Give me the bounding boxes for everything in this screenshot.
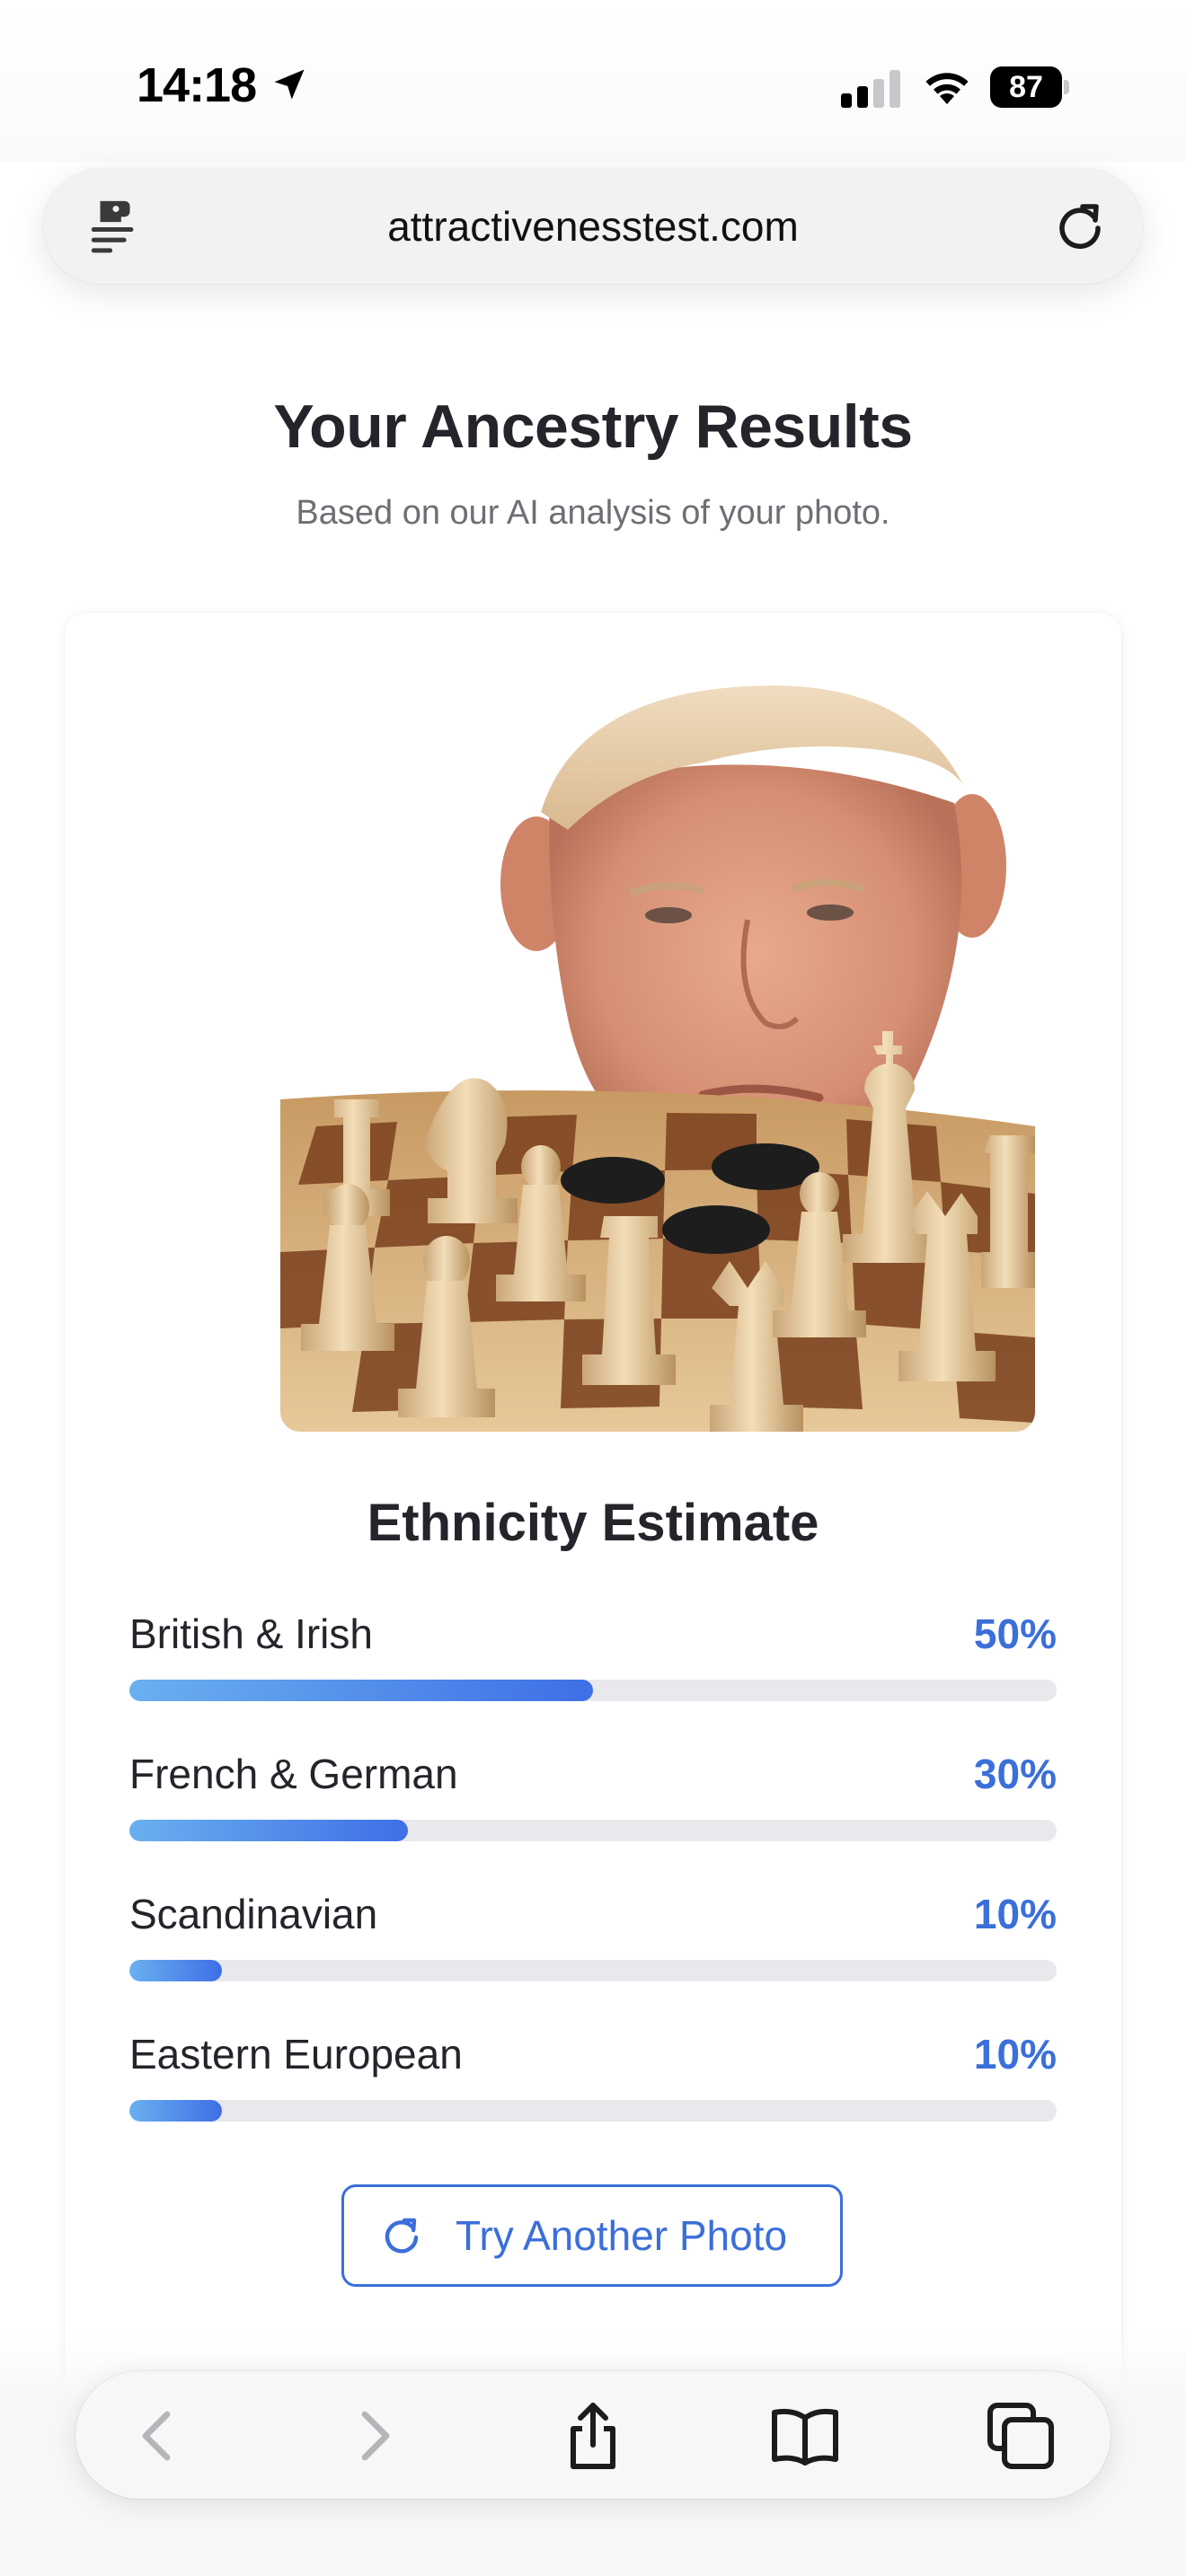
page-subtitle: Based on our AI analysis of your photo. (296, 494, 890, 532)
ethnicity-bar-track (129, 1680, 1057, 1701)
status-bar: 14:18 87 (0, 0, 1186, 162)
browser-toolbar (75, 2371, 1111, 2499)
ethnicity-bar-track (129, 1820, 1057, 1841)
cellular-signal-icon (841, 70, 900, 108)
uploaded-photo (280, 677, 1035, 1432)
share-icon (571, 2403, 615, 2469)
ethnicity-row: British & Irish 50% (129, 1610, 1057, 1708)
ethnicity-percent: 10% (973, 2031, 1057, 2078)
ethnicity-label: Scandinavian (129, 1891, 378, 1937)
ethnicity-bar-fill (129, 2100, 223, 2122)
tabs-button[interactable] (983, 2398, 1058, 2474)
bookmarks-icon (772, 2408, 838, 2466)
try-another-photo-label[interactable]: Try Another Photo (456, 2187, 787, 2284)
ethnicity-label: French & German (129, 1751, 458, 1797)
forward-icon (361, 2411, 390, 2461)
location-arrow-icon (274, 69, 305, 100)
ethnicity-percent: 30% (973, 1751, 1057, 1797)
photo-illustration (280, 677, 1035, 1432)
bookmarks-button[interactable] (767, 2398, 843, 2474)
ethnicity-bar-fill (129, 1960, 223, 1981)
battery-icon: 87 (990, 66, 1071, 108)
ethnicity-percent: 10% (973, 1891, 1057, 1937)
refresh-icon (385, 2218, 419, 2254)
share-button[interactable] (555, 2398, 631, 2474)
wifi-icon (925, 73, 969, 104)
tabs-icon (987, 2403, 1054, 2469)
ethnicity-label: Eastern European (129, 2031, 463, 2078)
ethnicity-row: Eastern European 10% (129, 2030, 1057, 2129)
try-another-photo-button[interactable]: Try Another Photo (341, 2184, 843, 2287)
forward-button[interactable] (336, 2398, 412, 2474)
ethnicity-row: French & German 30% (129, 1750, 1057, 1848)
battery-cap (1064, 80, 1069, 94)
ethnicity-label: British & Irish (129, 1610, 373, 1657)
ethnicity-bar-track (129, 2100, 1057, 2122)
ethnicity-bar-fill (129, 1680, 593, 1701)
reload-icon[interactable] (1053, 199, 1107, 253)
back-button[interactable] (120, 2398, 196, 2474)
battery-level: 87 (990, 66, 1062, 108)
screen: 14:18 87 attractivenesstest.com Your Anc… (0, 0, 1186, 2576)
ethnicity-percent: 50% (973, 1610, 1057, 1657)
ethnicity-row: Scandinavian 10% (129, 1890, 1057, 1989)
ethnicity-estimate-title: Ethnicity Estimate (367, 1494, 819, 1552)
back-icon (142, 2411, 171, 2461)
page-title: Your Ancestry Results (273, 393, 913, 461)
reader-mode-icon[interactable] (84, 196, 147, 259)
url-text[interactable]: attractivenesstest.com (187, 169, 999, 284)
address-bar[interactable]: attractivenesstest.com (43, 169, 1143, 284)
ethnicity-bar-track (129, 1960, 1057, 1981)
results-card: Ethnicity Estimate British & Irish 50% F… (65, 613, 1121, 2576)
ethnicity-bar-fill (129, 1820, 408, 1841)
status-time: 14:18 (137, 58, 257, 112)
